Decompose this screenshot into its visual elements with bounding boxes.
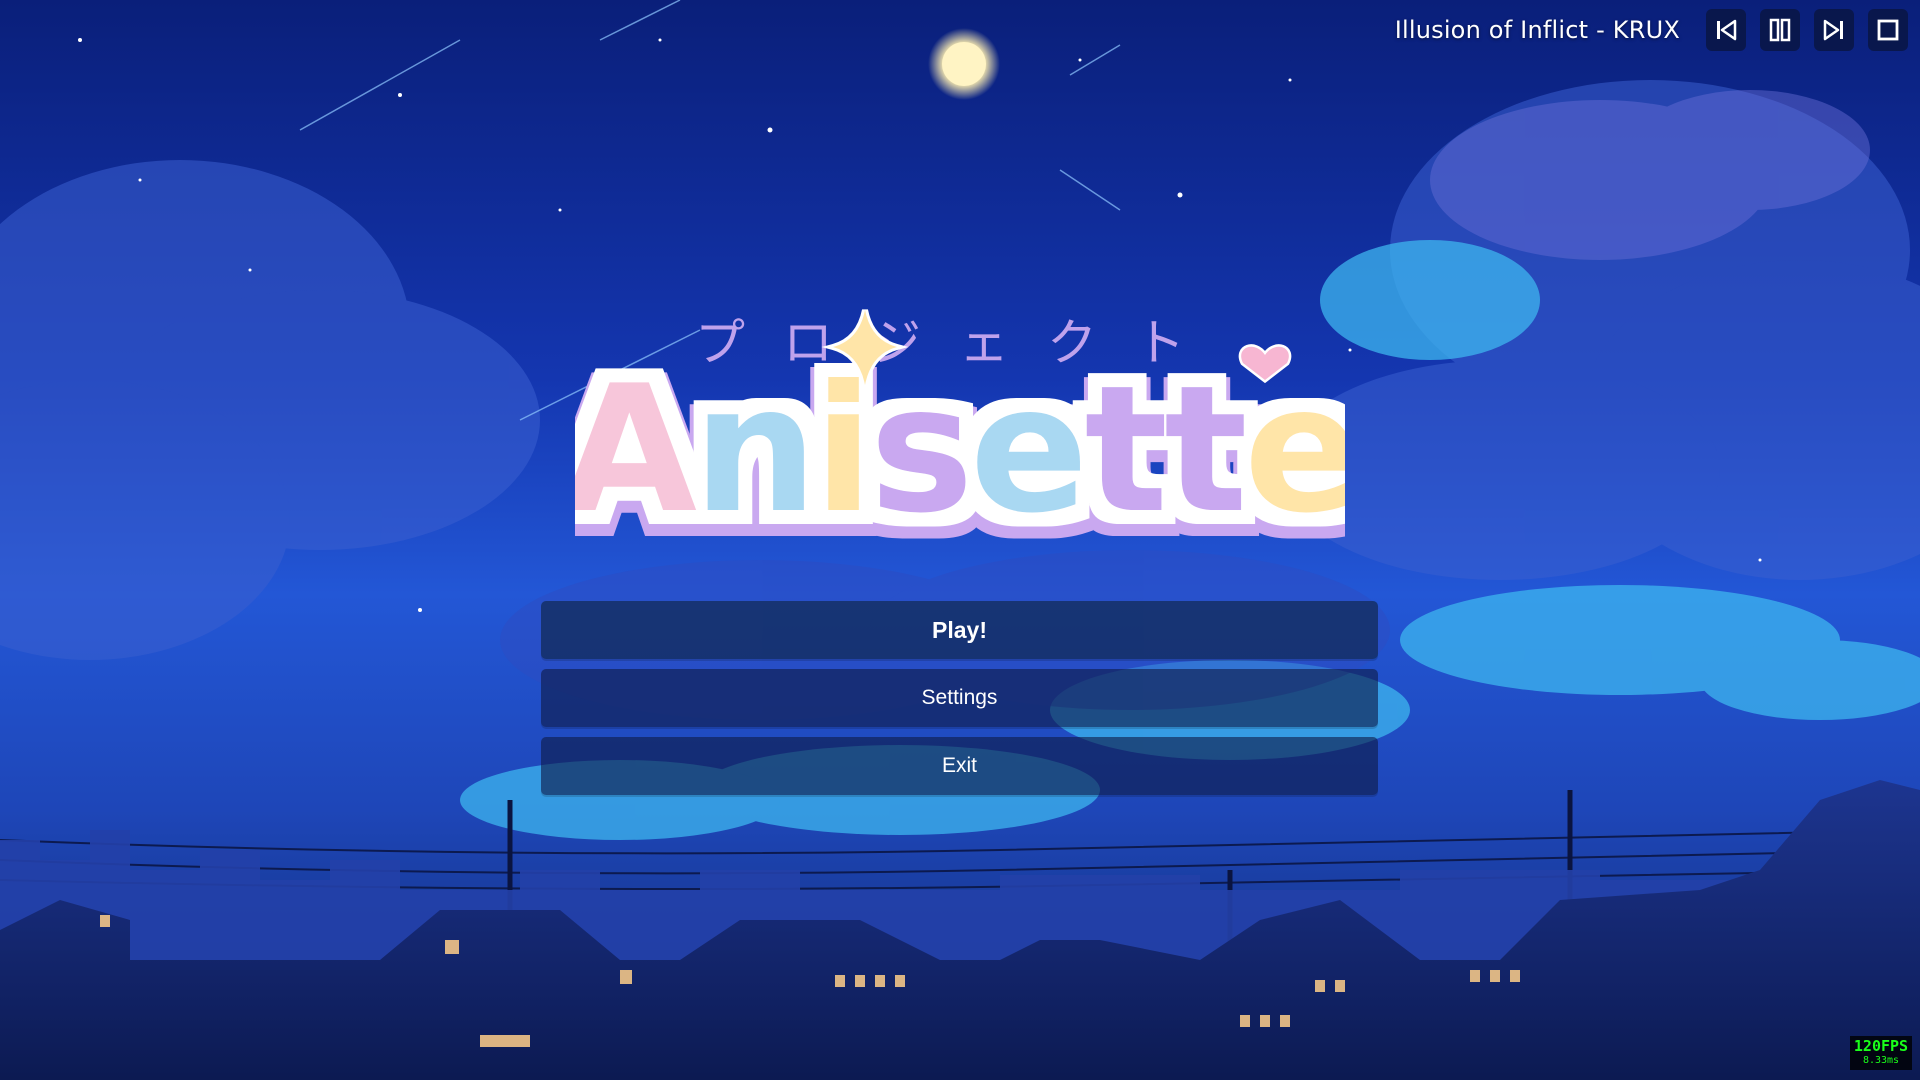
settings-button[interactable]: Settings bbox=[541, 669, 1378, 727]
stop-button[interactable] bbox=[1868, 9, 1908, 51]
anisette-logo: Anisette プロジェクト bbox=[562, 309, 1362, 552]
media-controls bbox=[1706, 9, 1908, 51]
main-menu: Play! Settings Exit bbox=[541, 601, 1378, 795]
fps-value: 120FPS bbox=[1853, 1037, 1909, 1055]
exit-button[interactable]: Exit bbox=[541, 737, 1378, 795]
previous-button[interactable] bbox=[1706, 9, 1746, 51]
game-logo: Anisette プロジェクト bbox=[562, 295, 1362, 552]
main-menu-screen: Illusion of Inflict - KRUX Anisette プロジェ… bbox=[0, 0, 1920, 1080]
pause-icon bbox=[1769, 18, 1791, 42]
next-icon bbox=[1823, 19, 1843, 41]
pause-button[interactable] bbox=[1760, 9, 1800, 51]
stop-icon bbox=[1877, 19, 1899, 41]
frame-time: 8.33ms bbox=[1862, 1055, 1900, 1066]
previous-icon bbox=[1717, 19, 1737, 41]
svg-text:Anisette: Anisette bbox=[575, 349, 1345, 545]
fps-counter: 120FPS 8.33ms bbox=[1850, 1036, 1912, 1070]
now-playing-track: Illusion of Inflict - KRUX bbox=[1394, 16, 1680, 44]
play-button[interactable]: Play! bbox=[541, 601, 1378, 659]
logo-subtitle: プロジェクト bbox=[695, 314, 1223, 372]
next-button[interactable] bbox=[1814, 9, 1854, 51]
